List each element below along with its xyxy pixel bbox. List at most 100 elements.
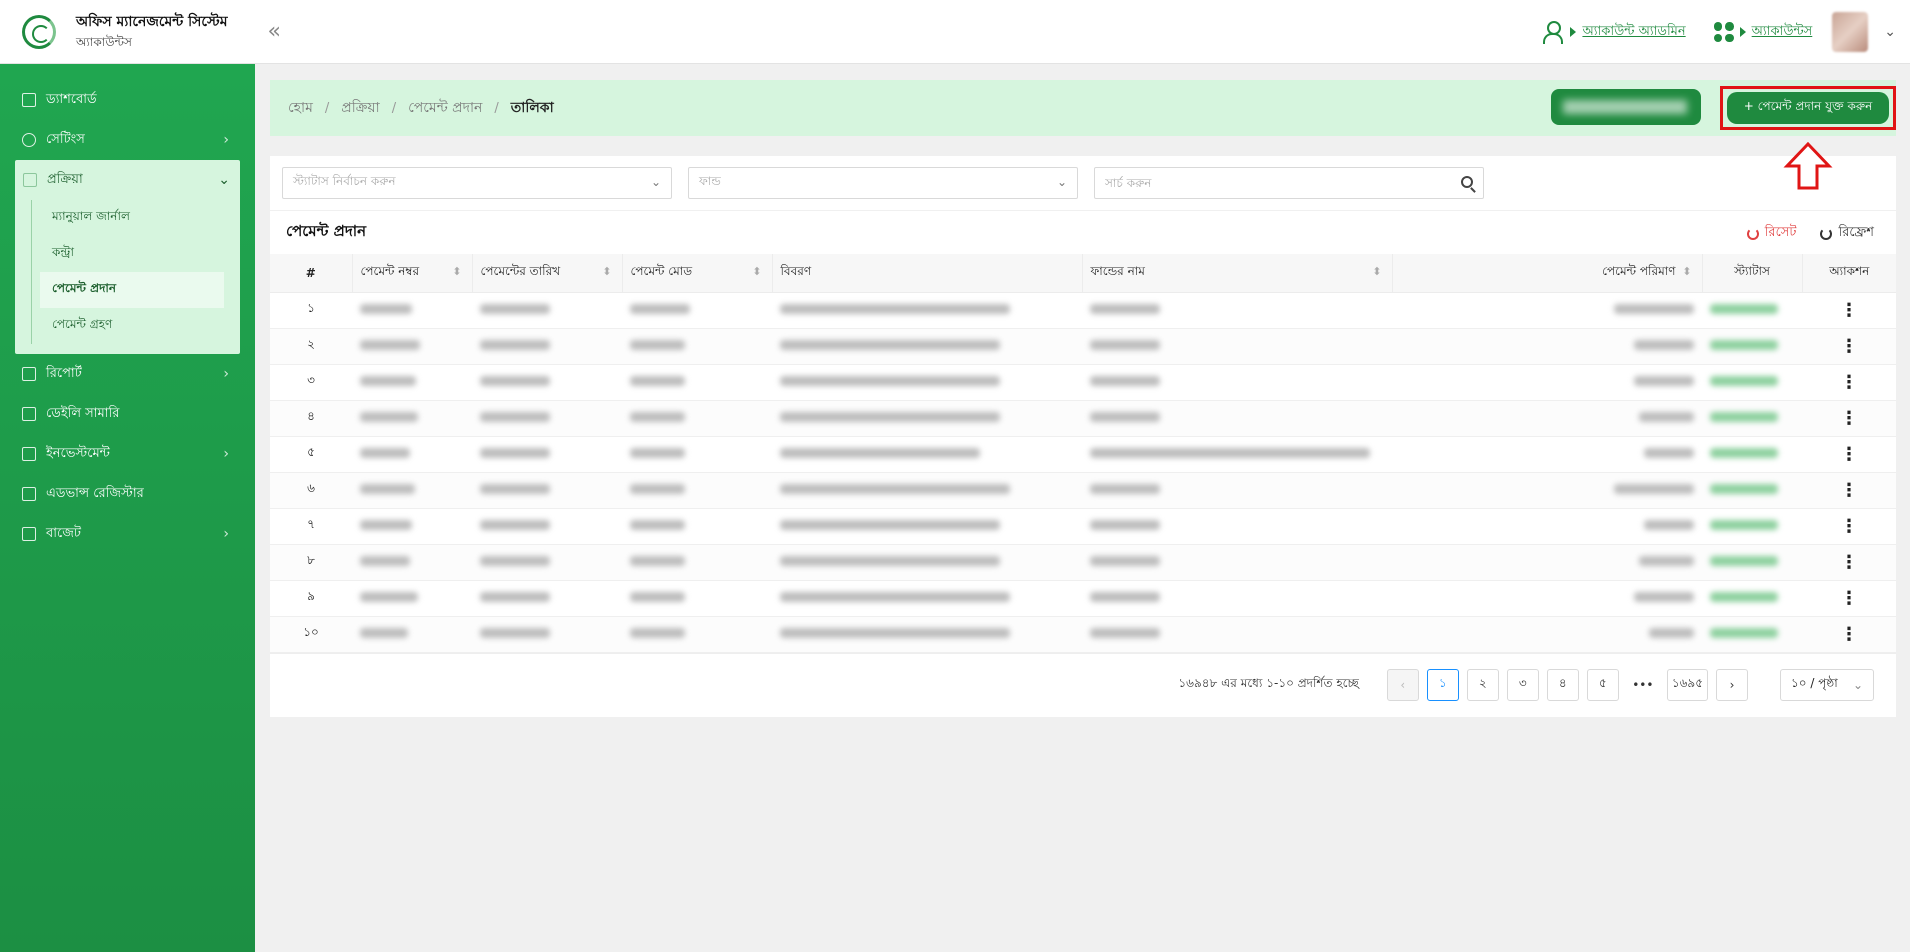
collapse-sidebar-icon[interactable]: « bbox=[268, 19, 281, 44]
table-row[interactable]: ৫ ⋮ bbox=[270, 436, 1896, 473]
row-index: ২ bbox=[270, 328, 352, 365]
redacted-fund-name bbox=[1090, 484, 1160, 494]
breadcrumb-process[interactable]: প্রক্রিয়া bbox=[341, 96, 379, 120]
refresh-button[interactable]: রিফ্রেশ bbox=[1820, 223, 1874, 244]
sidebar-item-report[interactable]: রিপোর্ট › bbox=[0, 354, 255, 394]
col-payment-date[interactable]: পেমেন্টের তারিখ bbox=[471, 254, 622, 293]
status-select[interactable]: স্ট্যাটাস নির্বাচন করুন ⌄ bbox=[282, 167, 672, 199]
row-index: ৫ bbox=[270, 436, 352, 473]
row-actions-menu-icon[interactable]: ⋮ bbox=[1802, 400, 1896, 437]
pagination-info: ১৬৯৪৮ এর মধ্যে ১-১০ প্রদর্শিত হচ্ছে bbox=[1178, 676, 1359, 690]
page-2[interactable]: ২ bbox=[1466, 669, 1499, 701]
sidebar-subitem-payment-received[interactable]: পেমেন্ট গ্রহণ bbox=[32, 308, 240, 344]
col-description: বিবরণ bbox=[771, 254, 1082, 293]
row-actions-menu-icon[interactable]: ⋮ bbox=[1802, 328, 1896, 365]
user-avatar[interactable] bbox=[1832, 12, 1869, 52]
cell-status bbox=[1702, 580, 1802, 617]
sidebar-item-settings[interactable]: সেটিংস › bbox=[0, 120, 255, 160]
redacted-fund-name bbox=[1090, 556, 1160, 566]
process-submenu: ম্যানুয়াল জার্নাল কন্ট্রা পেমেন্ট প্রদা… bbox=[31, 200, 240, 344]
sidebar-item-investment[interactable]: ইনভেস্টমেন্ট › bbox=[0, 434, 255, 474]
page-4[interactable]: ৪ bbox=[1546, 669, 1579, 701]
redacted-payment-mode bbox=[630, 520, 685, 530]
pagination-ellipsis[interactable]: ••• bbox=[1626, 669, 1659, 701]
cell-payment-date bbox=[472, 472, 622, 509]
pagination: ১৬৯৪৮ এর মধ্যে ১-১০ প্রদর্শিত হচ্ছে ‹ ১ … bbox=[270, 652, 1896, 717]
budget-icon bbox=[22, 527, 36, 541]
table-row[interactable]: ১ ⋮ bbox=[270, 292, 1896, 329]
table-row[interactable]: ৮ ⋮ bbox=[270, 544, 1896, 581]
table-row[interactable]: ৪ ⋮ bbox=[270, 400, 1896, 437]
sidebar-subitem-manual-journal[interactable]: ম্যানুয়াল জার্নাল bbox=[32, 200, 240, 236]
row-actions-menu-icon[interactable]: ⋮ bbox=[1802, 292, 1896, 329]
table-row[interactable]: ৩ ⋮ bbox=[270, 364, 1896, 401]
row-actions-menu-icon[interactable]: ⋮ bbox=[1802, 472, 1896, 509]
page-5[interactable]: ৫ bbox=[1586, 669, 1619, 701]
redacted-payment-number bbox=[360, 340, 420, 350]
account-admin-link[interactable]: অ্যাকাউন্ট অ্যাডমিন bbox=[1542, 21, 1686, 44]
redacted-status bbox=[1710, 592, 1778, 602]
reset-button[interactable]: রিসেট bbox=[1746, 223, 1796, 244]
table-row[interactable]: ২ ⋮ bbox=[270, 328, 1896, 365]
row-actions-menu-icon[interactable]: ⋮ bbox=[1802, 436, 1896, 473]
col-payment-mode[interactable]: পেমেন্ট মোড bbox=[621, 254, 772, 293]
cell-payment-mode bbox=[622, 508, 772, 545]
row-actions-menu-icon[interactable]: ⋮ bbox=[1802, 364, 1896, 401]
add-payment-button[interactable]: + পেমেন্ট প্রদান যুক্ত করুন bbox=[1727, 92, 1889, 124]
cell-description bbox=[772, 400, 1082, 437]
col-fund-name[interactable]: ফান্ডের নাম bbox=[1081, 254, 1392, 293]
next-page-button[interactable]: › bbox=[1716, 669, 1748, 701]
blurred-action-button[interactable] bbox=[1551, 89, 1701, 125]
page-1[interactable]: ১ bbox=[1426, 669, 1459, 701]
sidebar-item-daily-summary[interactable]: ডেইলি সামারি bbox=[0, 394, 255, 434]
sidebar-item-dashboard[interactable]: ড্যাশবোর্ড bbox=[0, 80, 255, 120]
sidebar-subitem-contra[interactable]: কন্ট্রা bbox=[32, 236, 240, 272]
account-admin-label: অ্যাকাউন্ট অ্যাডমিন bbox=[1582, 23, 1686, 39]
fund-select[interactable]: ফান্ড ⌄ bbox=[688, 167, 1078, 199]
row-actions-menu-icon[interactable]: ⋮ bbox=[1802, 508, 1896, 545]
redacted-payment-mode bbox=[630, 628, 685, 638]
page-3[interactable]: ৩ bbox=[1506, 669, 1539, 701]
col-payment-number[interactable]: পেমেন্ট নম্বর bbox=[351, 254, 472, 293]
redacted-status bbox=[1710, 304, 1778, 314]
accounts-link[interactable]: অ্যাকাউন্টস bbox=[1713, 22, 1812, 43]
row-actions-menu-icon[interactable]: ⋮ bbox=[1802, 580, 1896, 617]
sidebar-item-process[interactable]: প্রক্রিয়া ⌄ bbox=[15, 160, 240, 200]
cell-description bbox=[772, 580, 1082, 617]
redacted-status bbox=[1710, 376, 1778, 386]
page-size-select[interactable]: ১০ / পৃষ্ঠা ⌄ bbox=[1780, 669, 1874, 701]
chevron-down-icon: ⌄ bbox=[1852, 678, 1863, 692]
row-actions-menu-icon[interactable]: ⋮ bbox=[1802, 616, 1896, 653]
breadcrumb-current: তালিকা bbox=[510, 100, 554, 116]
cell-payment-number bbox=[352, 508, 472, 545]
table-row[interactable]: ৬ ⋮ bbox=[270, 472, 1896, 509]
prev-page-button[interactable]: ‹ bbox=[1386, 669, 1419, 701]
row-actions-menu-icon[interactable]: ⋮ bbox=[1802, 544, 1896, 581]
search-input[interactable] bbox=[1105, 176, 1435, 190]
cell-payment-amount bbox=[1392, 616, 1702, 653]
redacted-fund-name bbox=[1090, 628, 1160, 638]
col-payment-amount[interactable]: পেমেন্ট পরিমাণ bbox=[1391, 254, 1702, 293]
sidebar-item-budget[interactable]: বাজেট › bbox=[0, 514, 255, 554]
cell-fund-name bbox=[1082, 292, 1392, 329]
search-icon[interactable] bbox=[1461, 176, 1473, 188]
cell-payment-date bbox=[472, 364, 622, 401]
table-row[interactable]: ৭ ⋮ bbox=[270, 508, 1896, 545]
sidebar-item-advance-register[interactable]: এডভান্স রেজিস্টার bbox=[0, 474, 255, 514]
cell-payment-amount bbox=[1392, 436, 1702, 473]
redacted-description bbox=[780, 340, 1000, 350]
table-row[interactable]: ১০ ⋮ bbox=[270, 616, 1896, 653]
cell-description bbox=[772, 436, 1082, 473]
row-index: ৭ bbox=[270, 508, 352, 545]
chevron-down-icon[interactable]: ⌄ bbox=[1884, 24, 1896, 40]
redacted-description bbox=[780, 412, 1000, 422]
table-row[interactable]: ৯ ⋮ bbox=[270, 580, 1896, 617]
page-last[interactable]: ১৬৯৫ bbox=[1666, 669, 1708, 701]
main-content: হোম / প্রক্রিয়া / পেমেন্ট প্রদান / তালি… bbox=[270, 80, 1896, 717]
breadcrumb-payment-made[interactable]: পেমেন্ট প্রদান bbox=[408, 96, 482, 120]
sidebar-subitem-payment-made[interactable]: পেমেন্ট প্রদান bbox=[40, 272, 224, 308]
redacted-description bbox=[780, 520, 1000, 530]
redacted-description bbox=[780, 592, 1010, 602]
sidebar-item-label: সেটিংস bbox=[46, 131, 85, 147]
breadcrumb-home[interactable]: হোম bbox=[288, 96, 313, 120]
